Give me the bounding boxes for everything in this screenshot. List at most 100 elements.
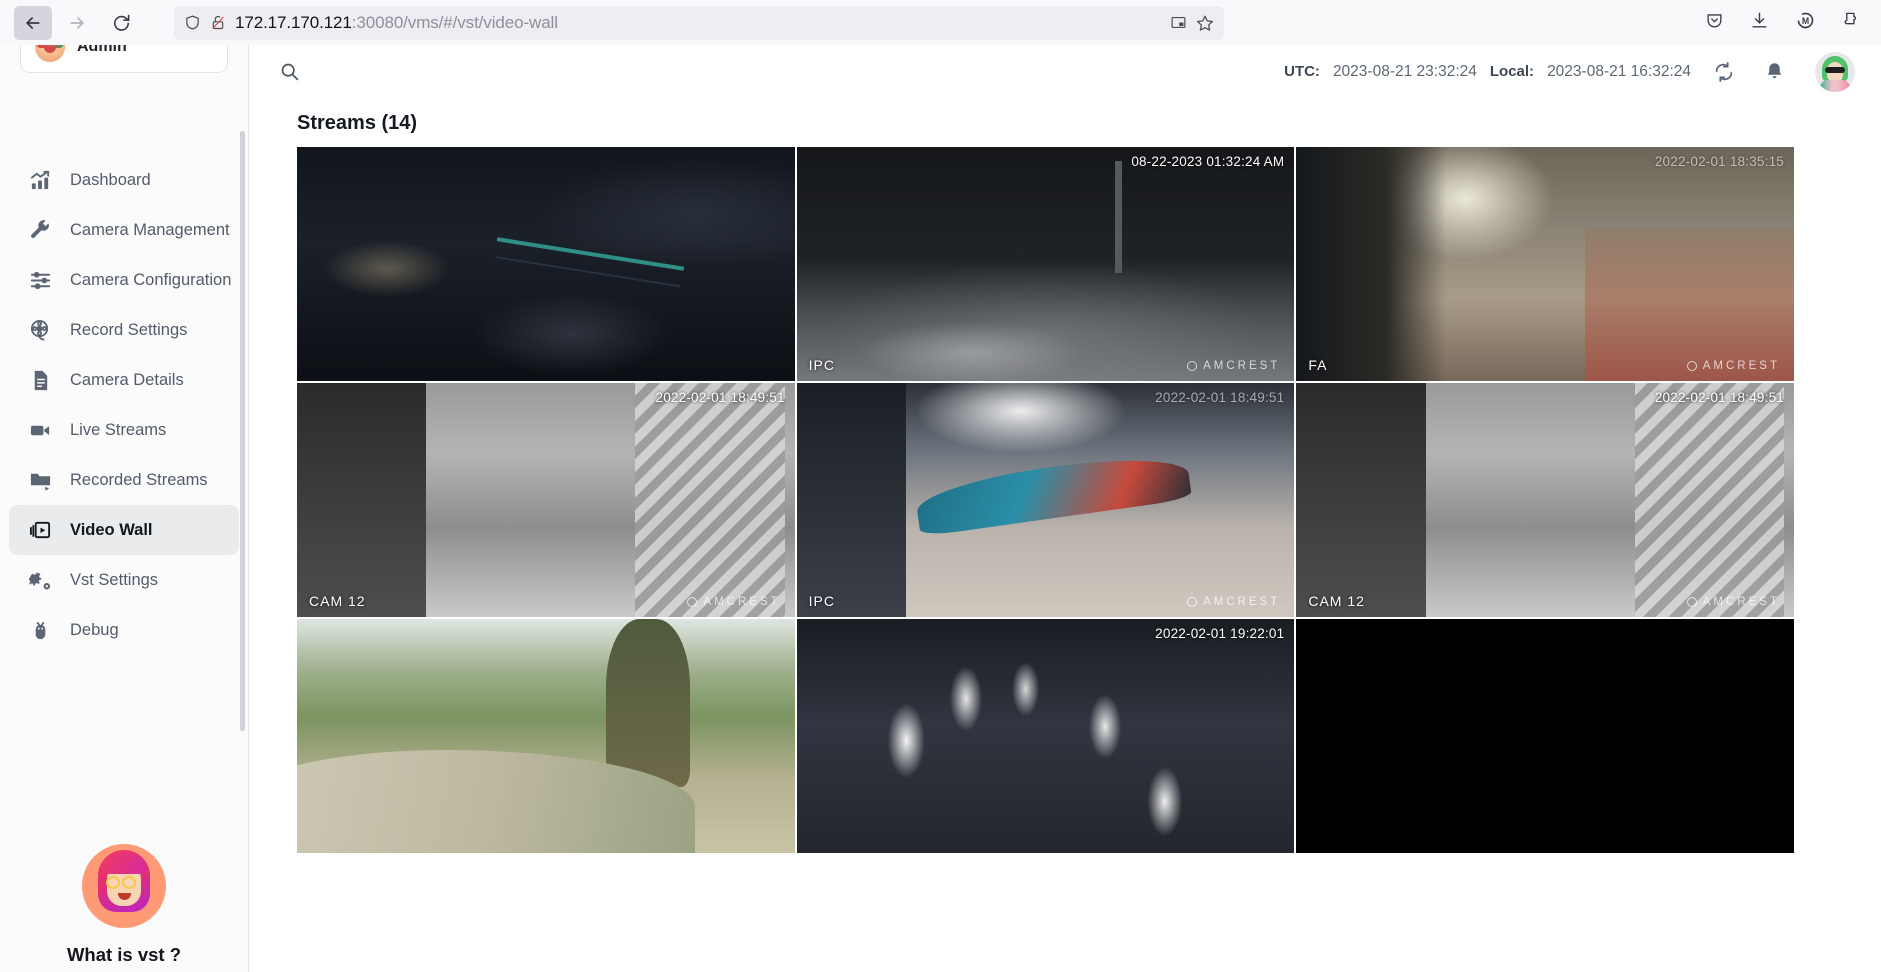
tile-watermark: AMCREST	[1187, 596, 1280, 608]
video-frame	[1296, 383, 1794, 617]
video-tile[interactable]	[297, 619, 795, 853]
back-button[interactable]	[14, 6, 52, 40]
profile-avatar[interactable]	[1815, 52, 1855, 92]
sidebar-item-label: Recorded Streams	[70, 471, 208, 490]
sidebar-item-record-settings[interactable]: Record Settings	[9, 305, 239, 355]
extensions-puzzle-icon[interactable]	[1842, 11, 1861, 35]
sidebar-item-live-streams[interactable]: Live Streams	[9, 405, 239, 455]
account-circle-icon[interactable]: M	[1795, 10, 1816, 36]
user-chip[interactable]: Admin	[20, 45, 228, 73]
bell-icon	[1764, 61, 1785, 82]
sidebar-item-camera-details[interactable]: Camera Details	[9, 355, 239, 405]
pocket-save-icon[interactable]	[1705, 11, 1724, 35]
search-icon	[279, 61, 300, 82]
sidebar-item-camera-configuration[interactable]: Camera Configuration	[9, 255, 239, 305]
tile-watermark: AMCREST	[1687, 596, 1780, 608]
reload-button[interactable]	[102, 6, 140, 40]
sidebar: Admin Dashboard Camera Management Camera…	[0, 45, 249, 972]
chart-growth-icon	[28, 168, 53, 193]
utc-value: 2023-08-21 23:32:24	[1333, 63, 1477, 81]
forward-button[interactable]	[58, 6, 96, 40]
video-frame	[797, 147, 1295, 381]
clock-display: UTC: 2023-08-21 23:32:24 Local: 2023-08-…	[1284, 63, 1691, 81]
tile-watermark: AMCREST	[1187, 360, 1280, 372]
tile-timestamp: 2022-02-01 18:49:51	[1655, 390, 1784, 405]
sidebar-brand: What is vst ?	[0, 844, 248, 966]
utc-label: UTC:	[1284, 63, 1320, 80]
video-tile[interactable]	[1296, 619, 1794, 853]
video-tile[interactable]: 2022-02-01 18:49:51 CAM 12 AMCREST	[1296, 383, 1794, 617]
local-label: Local:	[1490, 63, 1534, 80]
lock-broken-icon[interactable]	[210, 14, 226, 31]
sidebar-nav: Dashboard Camera Management Camera Confi…	[0, 155, 248, 655]
local-value: 2023-08-21 16:32:24	[1547, 63, 1691, 81]
tile-camera-label: IPC	[809, 593, 835, 609]
video-tile[interactable]	[297, 147, 795, 381]
bug-icon	[28, 618, 53, 643]
star-bookmark-icon[interactable]	[1196, 14, 1214, 32]
page-title: Streams (14)	[249, 98, 1881, 147]
document-icon	[28, 368, 53, 393]
tile-camera-label: CAM 12	[309, 593, 366, 609]
url-host: 172.17.170.121	[235, 13, 352, 32]
url-path: :30080/vms/#/vst/video-wall	[352, 13, 558, 32]
svg-text:M: M	[1802, 16, 1809, 26]
tile-camera-label: CAM 12	[1308, 593, 1365, 609]
address-bar[interactable]: 172.17.170.121:30080/vms/#/vst/video-wal…	[174, 6, 1224, 40]
tile-timestamp: 2022-02-01 18:35:15	[1655, 154, 1784, 169]
refresh-button[interactable]	[1707, 55, 1741, 89]
film-reel-icon	[28, 318, 53, 343]
sidebar-item-label: Camera Details	[70, 371, 184, 390]
sidebar-item-label: Dashboard	[70, 171, 151, 190]
video-frame	[1296, 619, 1794, 853]
amcrest-logo-icon	[1687, 361, 1697, 371]
app-root: Admin Dashboard Camera Management Camera…	[0, 45, 1881, 972]
sidebar-item-label: Debug	[70, 621, 119, 640]
sidebar-item-recorded-streams[interactable]: Recorded Streams	[9, 455, 239, 505]
browser-actions: M	[1705, 10, 1867, 36]
sidebar-scrollbar[interactable]	[240, 131, 245, 731]
tile-camera-label: FA	[1308, 357, 1327, 373]
amcrest-logo-icon	[1187, 361, 1197, 371]
amcrest-logo-icon	[1187, 597, 1197, 607]
video-grid: 08-22-2023 01:32:24 AM IPC AMCREST 2022-…	[297, 147, 1794, 853]
tile-timestamp: 2022-02-01 19:22:01	[1155, 626, 1284, 641]
sidebar-item-debug[interactable]: Debug	[9, 605, 239, 655]
shield-icon[interactable]	[184, 14, 201, 31]
sidebar-item-dashboard[interactable]: Dashboard	[9, 155, 239, 205]
sidebar-item-label: Camera Management	[70, 221, 230, 240]
notifications-button[interactable]	[1757, 55, 1791, 89]
picture-in-picture-icon[interactable]	[1170, 14, 1187, 31]
video-tile[interactable]: 2022-02-01 18:49:51 IPC AMCREST	[797, 383, 1295, 617]
video-frame	[297, 619, 795, 853]
forward-arrow-icon	[67, 13, 87, 33]
vst-mascot-avatar	[82, 844, 166, 928]
video-frame	[797, 619, 1295, 853]
sidebar-item-camera-management[interactable]: Camera Management	[9, 205, 239, 255]
back-arrow-icon	[23, 13, 43, 33]
video-frame	[297, 383, 795, 617]
browser-toolbar: 172.17.170.121:30080/vms/#/vst/video-wal…	[0, 0, 1881, 45]
tile-watermark: AMCREST	[1687, 360, 1780, 372]
tile-timestamp: 2022-02-01 18:49:51	[1155, 390, 1284, 405]
reload-icon	[112, 13, 131, 32]
video-frame	[297, 147, 795, 381]
video-tile[interactable]: 08-22-2023 01:32:24 AM IPC AMCREST	[797, 147, 1295, 381]
sidebar-item-label: Record Settings	[70, 321, 187, 340]
sidebar-item-label: Camera Configuration	[70, 271, 231, 290]
tile-timestamp: 08-22-2023 01:32:24 AM	[1131, 154, 1284, 169]
tile-camera-label: IPC	[809, 357, 835, 373]
app-header: UTC: 2023-08-21 23:32:24 Local: 2023-08-…	[249, 45, 1881, 98]
search-button[interactable]	[273, 56, 305, 88]
sidebar-item-video-wall[interactable]: Video Wall	[9, 505, 239, 555]
video-tile[interactable]: 2022-02-01 18:35:15 FA AMCREST	[1296, 147, 1794, 381]
sidebar-item-label: Vst Settings	[70, 571, 158, 590]
video-tile[interactable]: 2022-02-01 18:49:51 CAM 12 AMCREST	[297, 383, 795, 617]
folder-play-icon	[28, 468, 53, 493]
video-tile[interactable]: 2022-02-01 19:22:01	[797, 619, 1295, 853]
sidebar-item-vst-settings[interactable]: Vst Settings	[9, 555, 239, 605]
download-icon[interactable]	[1750, 11, 1769, 35]
user-avatar	[35, 45, 65, 62]
refresh-icon	[1713, 61, 1735, 83]
amcrest-logo-icon	[1687, 597, 1697, 607]
